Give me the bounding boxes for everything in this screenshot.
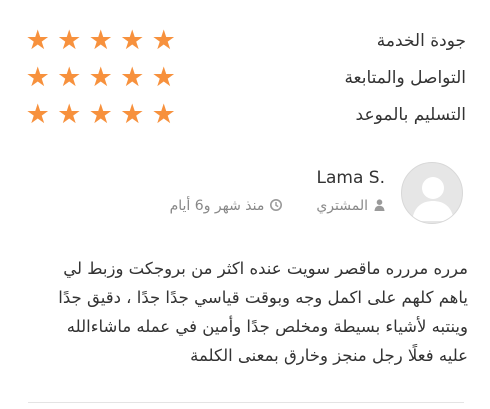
review-body: مرره مررره ماقصر سويت عنده اكثر من بروجك… — [58, 259, 468, 365]
default-user-icon — [412, 177, 454, 221]
star-icon: ★ — [120, 99, 145, 130]
star-icon: ★ — [25, 62, 50, 93]
rating-label: التواصل والمتابعة — [344, 67, 466, 88]
star-icon: ★ — [57, 99, 82, 130]
reviewer-meta: المشتري منذ شهر و6 أيام — [170, 198, 385, 214]
reviewer-card: Lama S. المشتري منذ شهر و6 أيام — [170, 162, 463, 224]
star-icon: ★ — [25, 25, 50, 56]
star-rating: ★ ★ ★ ★ ★ — [24, 101, 178, 128]
star-rating: ★ ★ ★ ★ ★ — [24, 27, 178, 54]
star-icon: ★ — [88, 25, 113, 56]
clock-icon — [270, 198, 283, 214]
star-icon: ★ — [120, 62, 145, 93]
star-icon: ★ — [57, 62, 82, 93]
star-icon: ★ — [151, 62, 176, 93]
rating-row-communication: ★ ★ ★ ★ ★ التواصل والمتابعة — [24, 59, 466, 96]
reviewer-name[interactable]: Lama S. — [170, 168, 385, 188]
star-icon: ★ — [88, 62, 113, 93]
star-rating: ★ ★ ★ ★ ★ — [24, 64, 178, 91]
user-icon — [374, 198, 385, 214]
rating-row-on-time-delivery: ★ ★ ★ ★ ★ التسليم بالموعد — [24, 96, 466, 133]
reviewer-info: Lama S. المشتري منذ شهر و6 أيام — [170, 162, 385, 214]
rating-label: التسليم بالموعد — [355, 104, 466, 125]
ratings-section: ★ ★ ★ ★ ★ جودة الخدمة ★ ★ ★ ★ ★ التواصل … — [24, 22, 466, 133]
review-time: منذ شهر و6 أيام — [169, 198, 265, 214]
star-icon: ★ — [25, 99, 50, 130]
star-icon: ★ — [88, 99, 113, 130]
reviewer-role: المشتري — [316, 198, 368, 214]
avatar[interactable] — [401, 162, 463, 224]
star-icon: ★ — [57, 25, 82, 56]
star-icon: ★ — [151, 99, 176, 130]
star-icon: ★ — [120, 25, 145, 56]
divider — [28, 402, 464, 403]
rating-label: جودة الخدمة — [376, 30, 466, 51]
rating-row-service-quality: ★ ★ ★ ★ ★ جودة الخدمة — [24, 22, 466, 59]
star-icon: ★ — [151, 25, 176, 56]
